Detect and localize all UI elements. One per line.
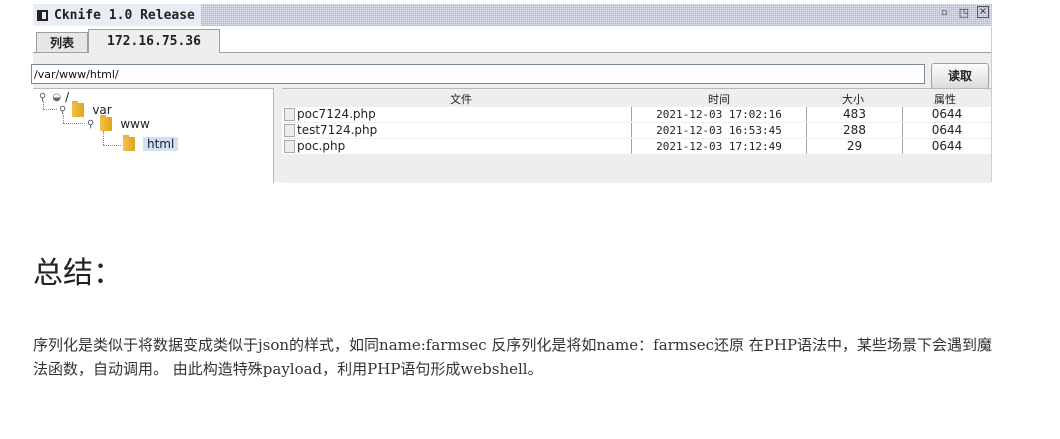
path-input[interactable]: /var/www/html/ [31, 64, 925, 84]
file-size: 483 [807, 107, 903, 122]
file-name: test7124.php [297, 122, 378, 137]
folder-icon [123, 135, 135, 151]
folder-icon [72, 101, 85, 117]
summary-paragraph: 序列化是类似于将数据变成类似于json的样式，如同name:farmsec 反序… [33, 336, 993, 378]
file-name-cell: test7124.php [282, 123, 632, 138]
expand-toggle-icon[interactable]: ⚲ [59, 105, 66, 116]
app-icon [37, 9, 48, 21]
tree-connector [103, 145, 121, 146]
tree-connector [63, 123, 85, 124]
close-icon[interactable]: × [977, 6, 989, 18]
file-attr: 0644 [903, 123, 991, 138]
title-bar[interactable]: Cknife 1.0 Release ▫ ◳ × [33, 4, 991, 26]
tree-label-html: html [143, 137, 179, 151]
tab-bar: 列表 172.16.75.36 [33, 26, 991, 53]
window-title: Cknife 1.0 Release [54, 7, 195, 23]
file-row[interactable]: poc.php 2021-12-03 17:12:49 29 0644 [282, 139, 991, 154]
tree-label-root: / [65, 90, 70, 104]
drive-icon: ◒ [52, 91, 62, 103]
expand-toggle-icon[interactable]: ⚲ [87, 119, 94, 130]
tree-connector [43, 109, 57, 110]
folder-icon [100, 115, 113, 131]
tree-label-www: www [120, 117, 150, 131]
maximize-icon[interactable]: ◳ [957, 6, 971, 20]
column-header-name[interactable]: 文件 [450, 91, 472, 107]
tab-list[interactable]: 列表 [36, 32, 88, 52]
tree-node-www[interactable]: ⚲ www [87, 115, 150, 131]
tree-connector [103, 131, 104, 145]
file-name-cell: poc7124.php [282, 107, 632, 122]
file-time: 2021-12-03 17:12:49 [632, 139, 807, 154]
file-name: poc7124.php [297, 106, 376, 121]
file-attr: 0644 [903, 107, 991, 122]
file-row[interactable]: test7124.php 2021-12-03 16:53:45 288 064… [282, 123, 991, 138]
file-list: 文件 时间 大小 属性 poc7124.php 2021-12-03 17:02… [282, 88, 991, 183]
window-controls: ▫ ◳ × [937, 6, 989, 20]
file-icon [284, 139, 295, 153]
restore-icon[interactable]: ▫ [937, 6, 951, 20]
tree-connector [43, 101, 44, 109]
file-time: 2021-12-03 16:53:45 [632, 123, 807, 138]
file-time: 2021-12-03 17:02:16 [632, 107, 807, 122]
file-attr: 0644 [903, 139, 991, 154]
tab-host[interactable]: 172.16.75.36 [88, 29, 220, 53]
read-button[interactable]: 读取 [931, 63, 989, 89]
file-name: poc.php [297, 138, 346, 153]
file-size: 288 [807, 123, 903, 138]
file-name-cell: poc.php [282, 139, 632, 154]
cknife-window: Cknife 1.0 Release ▫ ◳ × 列表 172.16.75.36… [31, 4, 992, 183]
file-row[interactable]: poc7124.php 2021-12-03 17:02:16 483 0644 [282, 107, 991, 122]
directory-tree: ⚲ ◒ / ⚲ var ⚲ www html [33, 88, 274, 183]
title-wrap: Cknife 1.0 Release [33, 4, 201, 26]
tree-node-html[interactable]: html [123, 135, 179, 151]
file-icon [284, 107, 295, 121]
file-icon [284, 123, 295, 137]
path-row: /var/www/html/ 读取 [31, 63, 991, 89]
file-list-header: 文件 时间 大小 属性 [282, 91, 991, 107]
file-size: 29 [807, 139, 903, 154]
column-header-size[interactable]: 大小 [842, 91, 864, 107]
column-header-time[interactable]: 时间 [708, 91, 730, 107]
tree-connector [63, 115, 64, 123]
column-header-attr[interactable]: 属性 [934, 91, 956, 107]
section-heading: 总结： [33, 256, 123, 291]
